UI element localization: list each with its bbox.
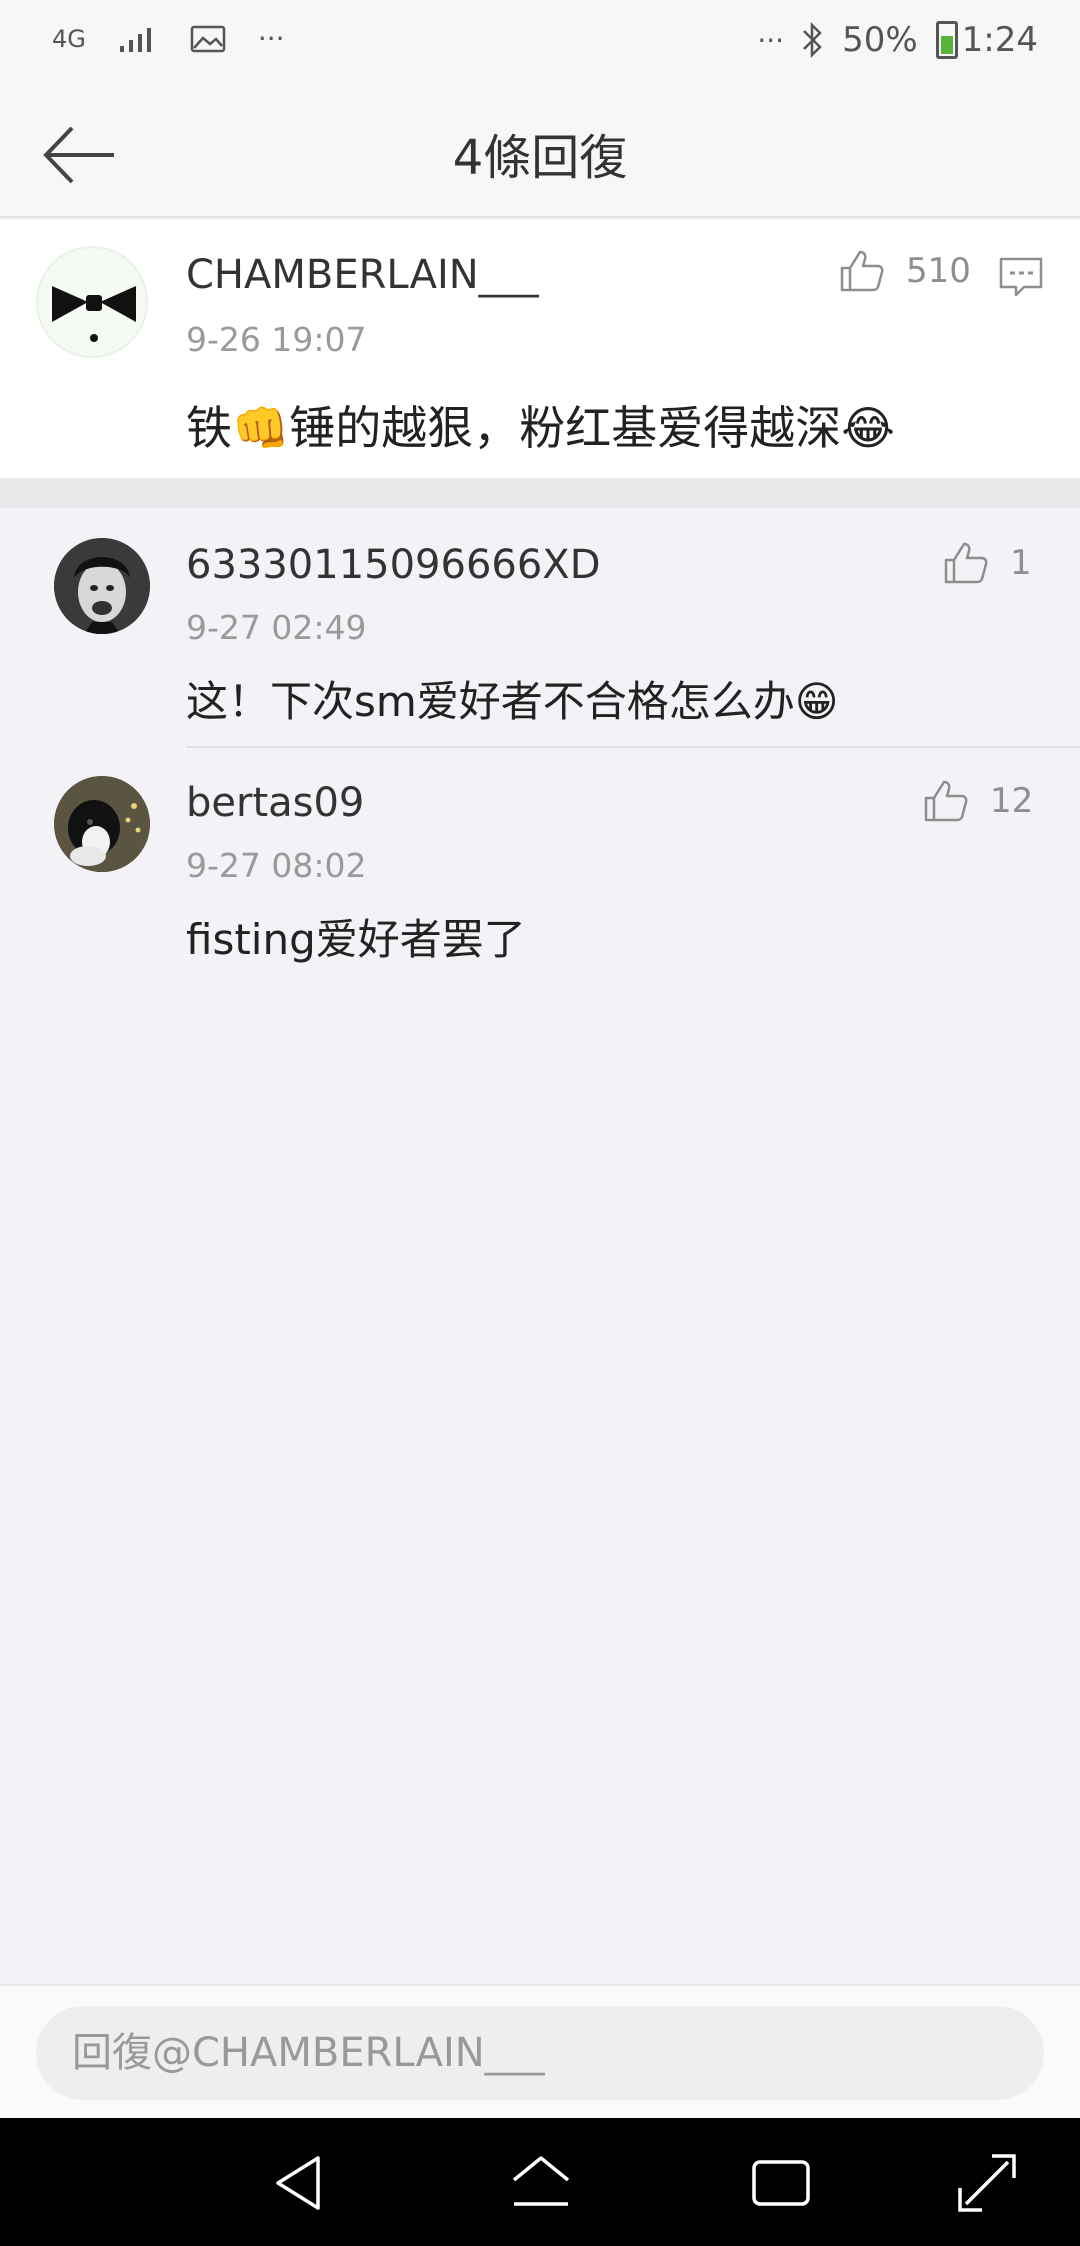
- comment-icon[interactable]: [998, 254, 1044, 300]
- dog-avatar-image: [54, 776, 150, 872]
- network-type: 4G: [52, 24, 86, 53]
- username[interactable]: 63330115096666XD: [186, 542, 601, 588]
- thumbs-up-icon: [924, 780, 968, 822]
- status-bar: 4G ··· ··· 50% 1:24: [0, 0, 1080, 90]
- like-count: 12: [990, 781, 1034, 821]
- username[interactable]: CHAMBERLAIN___: [186, 252, 539, 298]
- list-item: 63330115096666XD 9-27 02:49 这！下次sm爱好者不合格…: [0, 508, 1080, 746]
- avatar[interactable]: [36, 246, 148, 358]
- image-icon: [190, 25, 226, 52]
- like-button[interactable]: 1: [942, 540, 1032, 586]
- avatar[interactable]: [54, 776, 150, 872]
- timestamp: 9-27 08:02: [186, 846, 367, 885]
- like-button[interactable]: 12: [922, 778, 1033, 824]
- reply-input[interactable]: [36, 2006, 1044, 2100]
- nav-back-icon[interactable]: [266, 2148, 336, 2218]
- nav-home-icon[interactable]: [506, 2148, 576, 2218]
- comment-text: 这！下次sm爱好者不合格怎么办😁: [186, 677, 839, 726]
- main-comment: CHAMBERLAIN___ 9-26 19:07 铁👊锤的越狠，粉红基爱得越深…: [0, 220, 1080, 478]
- signal-icon: [119, 27, 151, 52]
- like-count: 1: [1010, 543, 1032, 583]
- bluetooth-icon: [803, 21, 822, 59]
- face-avatar-image: [54, 538, 150, 634]
- status-right: ··· 50% 1:24: [757, 20, 1038, 60]
- status-overflow-right: ···: [757, 23, 785, 57]
- section-divider: [0, 478, 1080, 508]
- nav-expand-icon[interactable]: [952, 2148, 1022, 2218]
- bowtie-avatar-image: [52, 286, 136, 342]
- battery-percent: 50%: [842, 20, 918, 60]
- page-title: 4條回復: [452, 130, 628, 186]
- battery-icon: [935, 21, 958, 59]
- timestamp: 9-26 19:07: [186, 320, 367, 359]
- timestamp: 9-27 02:49: [186, 608, 367, 647]
- nav-recents-icon[interactable]: [746, 2148, 816, 2218]
- avatar[interactable]: [54, 538, 150, 634]
- comment-text: 铁👊锤的越狠，粉红基爱得越深😂: [186, 401, 896, 455]
- status-left: 4G ···: [52, 22, 285, 55]
- header: 4條回復: [0, 90, 1080, 218]
- username[interactable]: bertas09: [186, 780, 364, 826]
- navigation-bar: [0, 2118, 1080, 2246]
- status-overflow-left: ···: [257, 22, 285, 55]
- reply-bar: [0, 1984, 1080, 2118]
- thumbs-up-icon: [944, 542, 988, 584]
- comment-text: fisting爱好者罢了: [186, 915, 526, 964]
- thumbs-up-icon: [840, 250, 884, 292]
- list-item: bertas09 9-27 08:02 fisting爱好者罢了 12: [0, 748, 1080, 983]
- clock: 1:24: [961, 20, 1038, 60]
- like-count: 510: [906, 251, 971, 291]
- reply-list: 63330115096666XD 9-27 02:49 这！下次sm爱好者不合格…: [0, 508, 1080, 983]
- like-button[interactable]: 510: [838, 248, 971, 294]
